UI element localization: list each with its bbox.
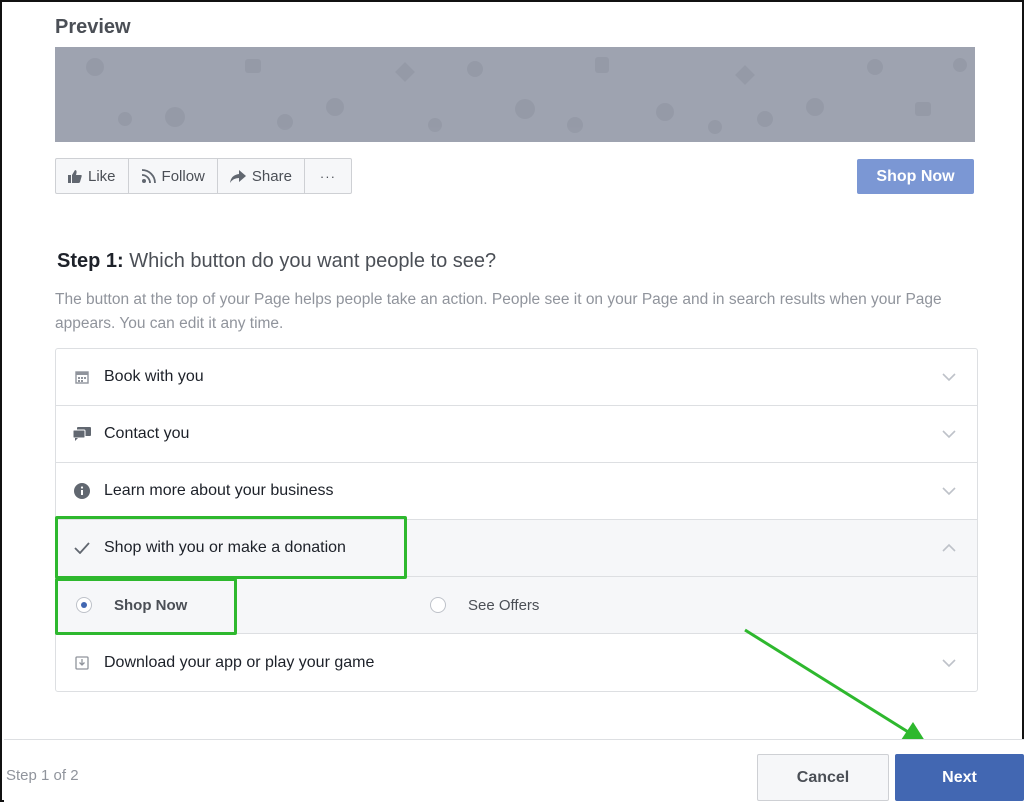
page-action-bar: Like Follow Share ··· <box>55 158 352 194</box>
step-description: The button at the top of your Page helps… <box>55 291 942 332</box>
cancel-button[interactable]: Cancel <box>757 754 889 801</box>
share-button[interactable]: Share <box>218 159 305 193</box>
option-label: Book with you <box>104 368 204 385</box>
checkmark-icon <box>72 538 92 558</box>
info-icon <box>72 481 92 501</box>
follow-button[interactable]: Follow <box>129 159 218 193</box>
radio-shop-now[interactable]: Shop Now <box>76 597 187 614</box>
radio-button-selected[interactable] <box>76 597 92 613</box>
step-heading: Step 1: Which button do you want people … <box>57 250 496 273</box>
more-icon: ··· <box>319 168 336 184</box>
calendar-icon <box>72 367 92 387</box>
chevron-down-icon[interactable] <box>941 370 957 388</box>
thumbs-up-icon <box>68 169 82 183</box>
option-shop-or-donate[interactable]: Shop with you or make a donation <box>56 520 977 577</box>
radio-label: See Offers <box>468 596 540 614</box>
option-label: Learn more about your business <box>104 482 334 499</box>
radio-button[interactable] <box>430 597 446 613</box>
dialog-footer: Step 1 of 2 Cancel Next <box>4 739 1024 802</box>
shop-now-preview-button: Shop Now <box>857 159 974 194</box>
step-question: Which button do you want people to see? <box>129 250 497 272</box>
like-label: Like <box>88 167 116 185</box>
option-label: Download your app or play your game <box>104 653 375 671</box>
chevron-down-icon[interactable] <box>941 427 957 445</box>
step-count: Step 1 of 2 <box>6 767 79 784</box>
option-label: Contact you <box>104 425 190 442</box>
radio-label: Shop Now <box>114 596 188 614</box>
rss-icon <box>141 168 156 184</box>
cover-photo-placeholder <box>55 47 975 142</box>
like-button[interactable]: Like <box>56 159 129 193</box>
option-learn-more[interactable]: Learn more about your business <box>56 463 977 520</box>
step-number: Step 1: <box>57 250 124 272</box>
next-button[interactable]: Next <box>895 754 1024 801</box>
option-label: Shop with you or make a donation <box>104 539 346 556</box>
share-arrow-icon <box>229 169 246 183</box>
preview-title: Preview <box>55 16 131 38</box>
more-options-button[interactable]: ··· <box>305 159 351 193</box>
download-icon <box>72 653 92 673</box>
chat-bubbles-icon <box>72 424 92 444</box>
chevron-up-icon[interactable] <box>941 541 957 559</box>
share-label: Share <box>251 167 292 185</box>
option-book-with-you[interactable]: Book with you <box>56 349 977 406</box>
follow-label: Follow <box>161 167 205 185</box>
option-contact-you[interactable]: Contact you <box>56 406 977 463</box>
chevron-down-icon[interactable] <box>941 484 957 502</box>
dialog-frame: Preview Like Follow Share ··· Shop Now S… <box>0 0 1024 802</box>
radio-see-offers[interactable]: See Offers <box>430 597 539 614</box>
